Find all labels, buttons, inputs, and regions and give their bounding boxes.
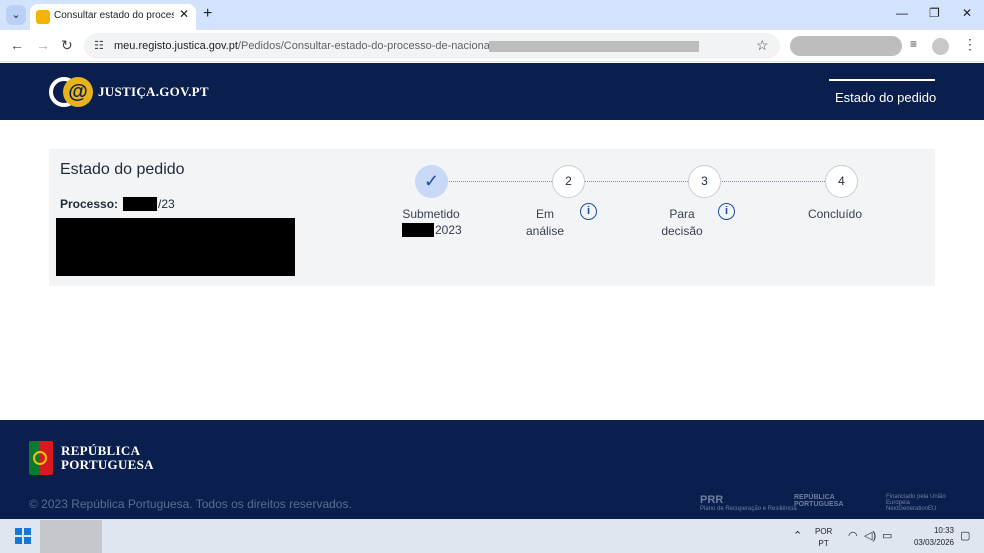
forward-icon[interactable]: → <box>36 37 50 53</box>
nav-item-estado-do-pedido[interactable]: Estado do pedido <box>829 79 937 120</box>
step-1-date: 2023 <box>402 223 462 237</box>
url-domain: meu.registo.justica.gov.pt <box>114 40 238 52</box>
menu-kebab-icon[interactable]: ⋮ <box>963 36 977 53</box>
emblem-sphere <box>33 451 47 465</box>
windows-start-icon[interactable] <box>15 528 31 544</box>
nav-item-label: Estado do pedido <box>835 90 937 105</box>
page-title: Estado do pedido <box>60 161 185 178</box>
clock-time: 10:33 <box>933 526 954 535</box>
system-clock[interactable]: 10:33 03/03/2026 <box>908 525 954 549</box>
checkmark-icon: ✓ <box>423 171 440 191</box>
step-3-label: Para decisão <box>652 206 712 240</box>
republic-name[interactable]: REPÚBLICA PORTUGUESA <box>61 444 154 472</box>
status-card: Estado do pedido Processo: /23 ✓ Submetid… <box>49 149 935 286</box>
eu-funding-logo[interactable]: Financiado pela União Europeia NextGener… <box>886 494 958 512</box>
redacted-profile <box>790 36 902 56</box>
step-connector <box>447 181 552 182</box>
new-tab-button[interactable]: + <box>203 5 212 23</box>
step-3-label-line2: decisão <box>661 224 703 238</box>
republic-emblem-icon <box>29 441 53 475</box>
republica-portuguesa-logo[interactable]: REPÚBLICA PORTUGUESA <box>794 494 854 508</box>
restore-button[interactable]: ❐ <box>929 6 940 20</box>
back-icon[interactable]: ← <box>10 37 24 53</box>
process-suffix: /23 <box>158 197 175 211</box>
site-footer: REPÚBLICA PORTUGUESA © 2023 República Por… <box>0 420 984 519</box>
wifi-icon[interactable]: ◠ <box>848 529 858 542</box>
step-3-circle: 3 <box>688 165 721 198</box>
avatar[interactable] <box>932 38 949 55</box>
site-info-icon[interactable]: ☷ <box>94 39 104 52</box>
battery-icon[interactable]: ▭ <box>882 529 892 542</box>
reload-icon[interactable]: ↻ <box>61 37 73 54</box>
site-header: @ JUSTIÇA.GOV.PT Estado do pedido <box>0 63 984 120</box>
url-text: meu.registo.justica.gov.pt/Pedidos/Consu… <box>114 40 519 52</box>
step-1-date-year: 2023 <box>435 223 462 237</box>
chevron-up-icon[interactable]: ⌃ <box>793 529 802 542</box>
step-2-circle: 2 <box>552 165 585 198</box>
redacted-applicant-info <box>56 218 295 276</box>
prr-logo[interactable]: PRR Plano de Recuperação e Resiliência <box>700 494 797 513</box>
redacted-taskbar-app[interactable] <box>40 520 102 553</box>
step-3-label-line1: Para <box>669 207 695 221</box>
step-4-circle: 4 <box>825 165 858 198</box>
step-2-label-line2: análise <box>525 224 565 238</box>
browser-toolbar: ← → ↻ ☷ meu.registo.justica.gov.pt/Pedid… <box>0 30 984 62</box>
at-sign-icon: @ <box>63 77 93 107</box>
step-2-label-line1: Em <box>536 207 554 221</box>
step-2-label: Em análise <box>515 206 575 240</box>
language-indicator[interactable]: POR PT <box>815 526 832 550</box>
republic-name-line1: REPÚBLICA <box>61 443 141 458</box>
step-connector <box>584 181 688 182</box>
process-label: Processo: <box>60 197 119 211</box>
url-path: /Pedidos/Consultar-estado-do-processo-de… <box>237 40 520 52</box>
bookmark-star-icon[interactable]: ☆ <box>756 37 769 54</box>
redacted-process-id <box>123 197 158 211</box>
taskbar: ⌃ POR PT ◠ ◁) ▭ 10:33 03/03/2026 ▢ <box>0 519 984 553</box>
media-control-icon[interactable]: ≡ <box>910 37 917 51</box>
step-connector <box>720 181 825 182</box>
volume-icon[interactable]: ◁) <box>864 529 876 542</box>
notification-icon[interactable]: ▢ <box>960 529 970 542</box>
brand-name[interactable]: JUSTIÇA.GOV.PT <box>98 84 209 100</box>
prr-logo-text: PRR <box>700 494 724 506</box>
copyright-text: © 2023 República Portuguesa. Todos os di… <box>29 497 352 511</box>
redacted-date <box>402 223 434 237</box>
justica-logo[interactable]: @ <box>49 77 93 107</box>
address-bar[interactable]: ☷ meu.registo.justica.gov.pt/Pedidos/Con… <box>84 33 780 59</box>
minimize-button[interactable]: — <box>896 6 908 20</box>
lang-code: POR <box>815 527 833 536</box>
info-icon[interactable]: i <box>718 203 735 220</box>
process-number: Processo: /23 <box>60 197 175 211</box>
lang-region: PT <box>818 539 829 548</box>
tab-list-button[interactable]: ⌄ <box>6 5 26 25</box>
info-icon[interactable]: i <box>580 203 597 220</box>
chevron-down-icon: ⌄ <box>11 9 21 21</box>
prr-logo-subtext: Plano de Recuperação e Resiliência <box>700 506 797 512</box>
close-window-button[interactable]: ✕ <box>962 6 972 20</box>
browser-tab[interactable]: Consultar estado do processo de nacional… <box>30 4 196 30</box>
site-favicon-icon <box>36 10 50 24</box>
tab-title: Consultar estado do processo de nacional… <box>54 10 174 21</box>
step-1-label: Submetido <box>402 207 460 221</box>
clock-date: 03/03/2026 <box>913 538 954 547</box>
step-1-circle: ✓ <box>415 165 448 198</box>
browser-tab-bar: ⌄ Consultar estado do processo de nacion… <box>0 0 984 30</box>
republic-name-line2: PORTUGUESA <box>61 457 154 472</box>
step-4-label: Concluído <box>807 207 863 221</box>
redacted-url-segment <box>489 41 699 52</box>
tab-close-icon[interactable]: ✕ <box>179 7 189 21</box>
